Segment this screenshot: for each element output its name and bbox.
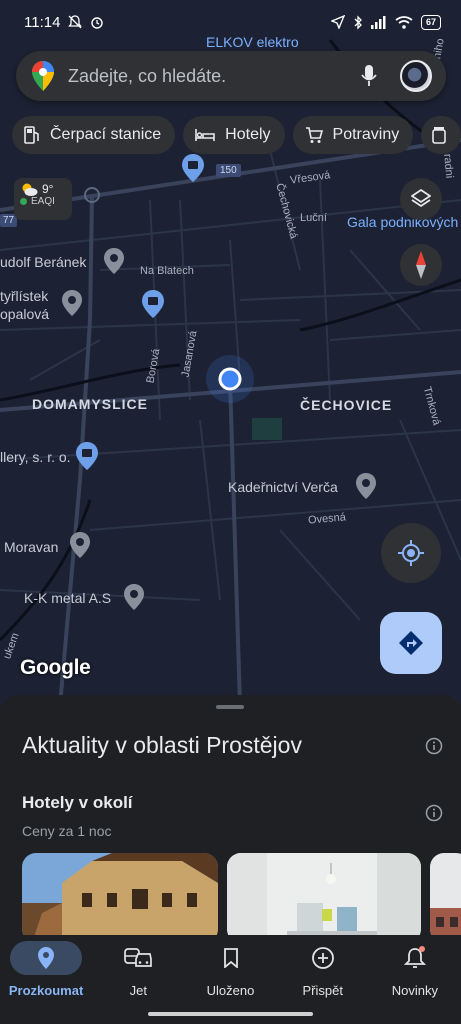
partly-cloudy-icon (22, 183, 38, 196)
nav-explore[interactable]: Prozkoumat (0, 935, 92, 1024)
my-location-button[interactable] (381, 523, 441, 583)
gray-poi-pin-icon[interactable] (62, 290, 82, 316)
chip-hotels[interactable]: Hotely (183, 116, 285, 154)
nav-label: Uloženo (206, 983, 255, 998)
nav-contribute[interactable]: Přispět (277, 935, 369, 1024)
aqi-label: EAQI (31, 196, 55, 207)
directions-icon (399, 631, 423, 655)
poi-beranek[interactable]: udolf Beránek (0, 254, 86, 270)
signal-icon (370, 15, 386, 29)
gray-poi-pin-icon[interactable] (104, 248, 124, 274)
nav-saved[interactable]: Uloženo (184, 935, 276, 1024)
bluetooth-icon (354, 14, 362, 30)
alarm-icon (91, 17, 104, 29)
maps-pin-logo-icon (32, 61, 54, 91)
commute-icon (124, 948, 153, 967)
search-bar[interactable]: Zadejte, co hledáte. (16, 51, 446, 101)
road-shield-150: 150 (216, 164, 241, 177)
bed-icon (195, 129, 215, 141)
layers-icon (411, 189, 431, 208)
bookmark-icon (223, 948, 238, 968)
shopping-pin-icon[interactable] (182, 154, 204, 182)
cart-icon (305, 127, 323, 143)
microphone-icon[interactable] (360, 64, 378, 88)
gas-station-icon (24, 126, 39, 144)
gray-poi-pin-icon[interactable] (124, 584, 144, 610)
nav-pill (102, 941, 174, 975)
category-chips: Čerpací stanice Hotely Potraviny (12, 116, 461, 154)
town-domamyslice: DOMAMYSLICE (32, 396, 148, 412)
town-cechovice: ČECHOVICE (300, 397, 393, 413)
shopping-pin-icon[interactable] (76, 442, 98, 470)
nav-label: Přispět (302, 983, 343, 998)
street-lucni: Luční (300, 212, 327, 224)
chip-more[interactable] (421, 116, 461, 154)
hotel-photo (430, 853, 461, 935)
explore-sheet[interactable]: Aktuality v oblasti Prostějov Hotely v o… (0, 695, 461, 935)
my-location-icon (398, 540, 424, 566)
mute-bell-icon (68, 15, 83, 29)
add-circle-icon (311, 947, 334, 969)
gray-poi-pin-icon[interactable] (356, 473, 376, 499)
pharmacy-icon (432, 127, 447, 144)
nav-label: Novinky (391, 983, 439, 998)
map-view[interactable]: 150 77 ELKOV elektro Vřesová Luční Čecho… (0, 0, 461, 705)
hotel-photo (22, 853, 218, 935)
nav-pill (379, 941, 451, 975)
gray-poi-pin-icon[interactable] (70, 532, 90, 558)
street-radni: radni (441, 153, 456, 179)
google-logo: Google (20, 656, 91, 679)
shopping-pin-icon[interactable] (142, 290, 164, 318)
compass-button[interactable] (400, 244, 442, 286)
home-indicator (148, 1012, 313, 1016)
poi-gala[interactable]: Gala podnikových (347, 214, 458, 230)
drag-handle[interactable] (216, 705, 244, 709)
hotel-card[interactable] (22, 853, 218, 935)
chip-label: Čerpací stanice (50, 126, 162, 143)
status-bar: 11:14 67 (0, 0, 461, 44)
directions-button[interactable] (380, 612, 442, 674)
weather-widget[interactable]: 9° EAQI (14, 178, 72, 220)
clock: 11:14 (24, 13, 61, 31)
poi-kadernictvi[interactable]: Kadeřnictví Verča (228, 479, 338, 495)
poi-ctyrlistek[interactable]: tyřlístek (0, 288, 48, 304)
poi-gallery[interactable]: llery, s. r. o. (0, 449, 71, 465)
nav-label: Prozkoumat (8, 983, 84, 998)
temperature: 9° (42, 182, 54, 196)
nav-label: Jet (129, 983, 147, 998)
hotel-card[interactable] (430, 853, 461, 935)
hotel-photo (227, 853, 421, 935)
nav-pill (10, 941, 83, 975)
sheet-title: Aktuality v oblasti Prostějov (22, 732, 302, 758)
chip-gas-station[interactable]: Čerpací stanice (12, 116, 176, 154)
hotels-section-title: Hotely v okolí (22, 793, 133, 812)
search-input[interactable]: Zadejte, co hledáte. (68, 66, 360, 87)
info-icon[interactable] (425, 804, 443, 822)
bottom-navigation: Prozkoumat Jet Uloženo Přispět Novinky (0, 935, 461, 1024)
hotels-section-subtitle: Ceny za 1 noc (22, 823, 112, 839)
wifi-icon (395, 15, 413, 29)
hotel-card[interactable] (227, 853, 421, 935)
chip-groceries[interactable]: Potraviny (292, 116, 414, 154)
nav-pill (287, 941, 359, 975)
street-na-blatech: Na Blatech (140, 265, 194, 277)
location-arrow-icon (330, 15, 345, 29)
info-icon[interactable] (425, 737, 443, 755)
nav-go[interactable]: Jet (92, 935, 184, 1024)
location-pin-icon (38, 947, 55, 969)
battery-icon: 67 (420, 14, 441, 30)
aqi-dot (20, 198, 27, 205)
layers-button[interactable] (400, 178, 442, 220)
bell-icon (403, 946, 426, 968)
poi-kk-metal[interactable]: K-K metal A.S (24, 590, 111, 606)
chip-label: Hotely (225, 126, 271, 143)
poi-moravan[interactable]: Moravan (4, 539, 58, 555)
nav-pill (195, 941, 267, 975)
avatar[interactable] (400, 60, 432, 92)
nav-updates[interactable]: Novinky (369, 935, 461, 1024)
poi-topalova[interactable]: opalová (0, 306, 49, 322)
compass-icon (416, 251, 426, 279)
chip-label: Potraviny (332, 126, 400, 143)
